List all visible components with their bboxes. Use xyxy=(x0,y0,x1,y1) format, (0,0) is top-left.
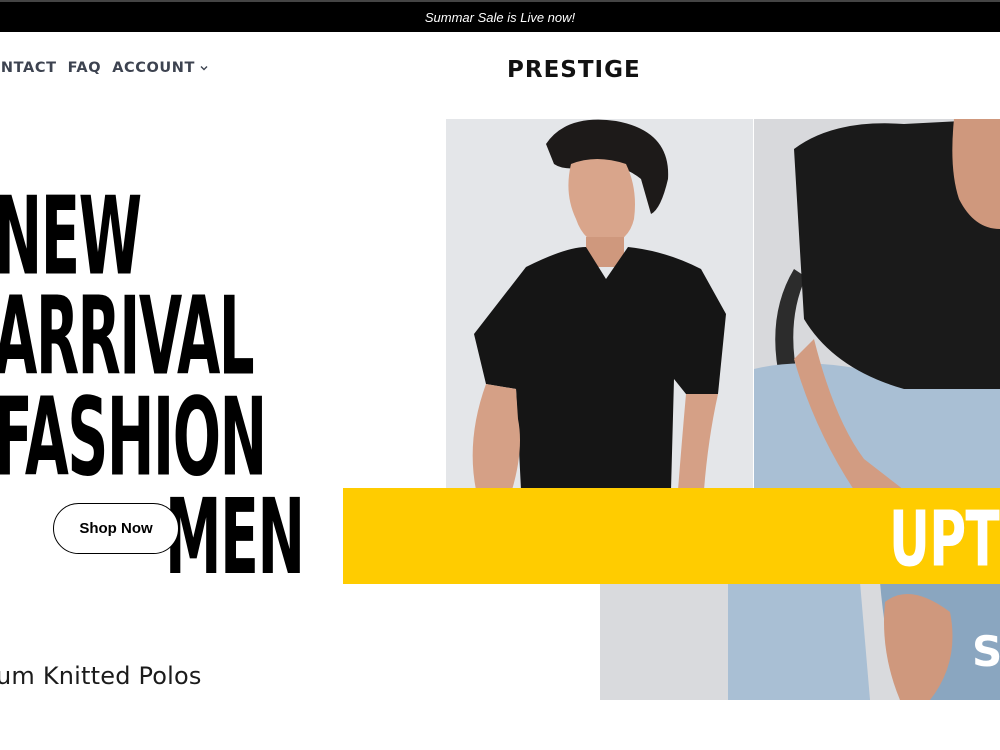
nav-item-faq[interactable]: FAQ xyxy=(68,60,102,76)
brand-logo[interactable]: PRESTIGE xyxy=(507,57,641,83)
chevron-down-icon xyxy=(200,66,208,71)
hero-photo-lower xyxy=(600,582,1000,700)
nav-item-account-label: ACCOUNT xyxy=(112,60,196,76)
hero-photo-model-standing xyxy=(446,119,753,490)
promo-subtext: S xyxy=(972,627,1000,676)
promo-text: UPTO xyxy=(889,494,1000,584)
announcement-text: Summar Sale is Live now! xyxy=(424,9,576,25)
product-caption[interactable]: um Knitted Polos xyxy=(0,662,202,690)
shop-now-button[interactable]: Shop Now xyxy=(53,503,179,554)
main-nav: ONTACT FAQ ACCOUNT xyxy=(0,60,209,76)
nav-item-account[interactable]: ACCOUNT xyxy=(112,60,209,76)
headline-line-4: MEN xyxy=(165,476,305,598)
hero-photo-model-seated xyxy=(754,119,1000,490)
promo-banner[interactable]: UPTO xyxy=(343,488,1000,584)
announcement-bar: Summar Sale is Live now! xyxy=(0,0,1000,32)
headline-line-3: FASHION xyxy=(0,374,267,501)
nav-item-contact[interactable]: ONTACT xyxy=(0,60,57,76)
